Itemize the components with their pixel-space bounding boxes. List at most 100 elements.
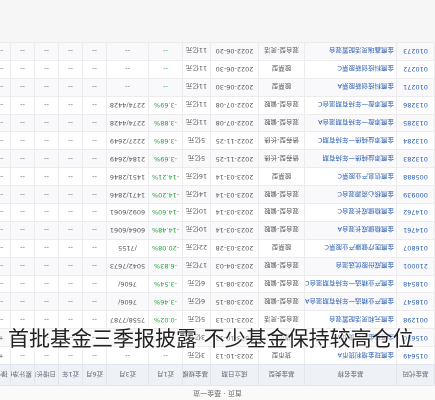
table-row[interactable]: 016807 金鹰医疗健康产业股票C 股票型 2023-03-28 22亿元 -20.08…: [0, 239, 435, 258]
fund-name-cell[interactable]: 金鹰添盈一年持有期混合C: [304, 96, 397, 115]
column-header[interactable]: 近3月: [106, 364, 149, 386]
fund-name-cell[interactable]: 金鹰稳健成长混合A: [304, 221, 397, 240]
table-row[interactable]: 010272 金鹰科技创新股票C 股票型 2022-06-30 11亿元 -- -- -- --…: [0, 60, 435, 79]
action-cell[interactable]: --: [0, 185, 11, 204]
fund-code-cell[interactable]: 210001: [396, 257, 435, 276]
fund-type-cell: 混合型-偏股: [258, 275, 305, 293]
fund-type-cell: 混合型-偏股: [258, 292, 305, 311]
table-row[interactable]: 013286 金鹰添盈一年持有期混合C 混合型-偏股 2022-07-08 11亿元 -3…: [0, 96, 435, 115]
fund-name-cell[interactable]: 金鹰添益纯债一年持有期C: [304, 131, 397, 150]
fund-type-cell: 股票型: [258, 78, 305, 97]
fund-size-cell: 6亿元: [182, 275, 211, 293]
return-1y-cell: --: [34, 257, 59, 276]
fund-code-cell[interactable]: 010272: [396, 60, 435, 79]
fund-name-cell[interactable]: 金鹰科技创新股票C: [304, 60, 397, 79]
action-cell[interactable]: --: [0, 96, 11, 115]
action-cell[interactable]: --: [0, 275, 11, 293]
fund-code-cell[interactable]: 018548: [396, 275, 435, 293]
return-3m-cell: --: [82, 131, 107, 150]
table-row[interactable]: 013284 金鹰添益纯债一年持有期C 债券型-长债 2022-11-25 5亿元 -3.…: [0, 131, 435, 150]
table-row[interactable]: 013285 金鹰添盈一年持有期混合A 混合型-偏股 2022-07-08 11亿元 -3…: [0, 114, 435, 132]
column-header[interactable]: 近1月: [148, 364, 183, 386]
table-row[interactable]: 010271 金鹰科技创新股票A 股票型 2022-06-30 11亿元 -- -- -- --…: [0, 78, 435, 97]
fund-size-cell: 10亿元: [182, 221, 211, 240]
action-cell[interactable]: --: [0, 203, 11, 222]
fund-code-cell[interactable]: 013283: [396, 149, 435, 168]
return-1y-cell: --: [34, 131, 59, 150]
fund-code-cell[interactable]: 016807: [396, 239, 435, 258]
fund-type-cell: 股票型: [258, 60, 305, 79]
fund-type-cell: 债券型-长债: [258, 149, 305, 168]
column-header[interactable]: 基金规模: [182, 364, 211, 386]
column-header[interactable]: 操作: [0, 364, 11, 386]
action-cell[interactable]: --: [0, 60, 11, 79]
nav-cell: --: [10, 167, 35, 186]
table-row[interactable]: 014761 金鹰稳健成长混合A 混合型-偏股 2023-03-14 10亿元 -14.4…: [0, 221, 435, 240]
column-header[interactable]: 近1年: [58, 364, 83, 386]
inception-date-cell: 2022-11-25: [210, 131, 259, 150]
action-cell[interactable]: --: [0, 78, 11, 97]
fund-name-cell[interactable]: 金鹰鑫瑞灵活配置混合: [304, 42, 397, 61]
fund-type-cell: 混合型-偏股: [258, 221, 305, 240]
return-1y-cell: --: [34, 203, 59, 222]
fund-size-cell: 17亿元: [182, 257, 211, 276]
table-row[interactable]: 000939 金鹰核心资源混合C 混合型-偏股 2023-03-14 14亿元 -14.2…: [0, 185, 435, 204]
fund-code-cell[interactable]: 014761: [396, 221, 435, 240]
column-header[interactable]: 成立日期: [210, 364, 259, 386]
table-row[interactable]: 010273 金鹰鑫瑞灵活配置混合 混合型-灵活 2022-06-20 11亿元 -- --…: [0, 42, 435, 61]
fund-type-cell: 股票型: [258, 167, 305, 186]
return-3m-cell: --: [82, 257, 107, 276]
fund-code-cell[interactable]: 010273: [396, 42, 435, 61]
return-6m-cell: --: [58, 239, 83, 258]
return-3m-cell: --: [82, 292, 107, 311]
fund-name-cell[interactable]: 金鹰医疗健康产业股票C: [304, 239, 397, 258]
column-header[interactable]: 基金代码: [396, 364, 435, 386]
fund-code-cell[interactable]: 013286: [396, 96, 435, 115]
table-row[interactable]: 005888 金鹰信息产业股票C 股票型 2023-03-14 16亿元 -14.21% 1…: [0, 167, 435, 186]
fund-name-cell[interactable]: 金鹰产业精选一年持有期混合C: [304, 275, 397, 293]
table-body: 015649 金鹰现金增利货币A 货币型 2023-10-13 3亿元 -- -- -- -- -…: [0, 42, 435, 365]
fund-name-cell[interactable]: 金鹰成份股优选混合: [304, 257, 397, 276]
column-header[interactable]: 近6月: [82, 364, 107, 386]
rank-cell: --: [106, 60, 149, 79]
column-header[interactable]: 基金类型: [258, 364, 305, 386]
return-1y-cell: --: [34, 239, 59, 258]
inception-date-cell: 2023-03-14: [210, 203, 259, 222]
return-3m-cell: --: [82, 78, 107, 97]
column-header[interactable]: 日增长率: [34, 364, 59, 386]
fund-code-cell[interactable]: 005888: [396, 167, 435, 186]
fund-code-cell[interactable]: 000939: [396, 185, 435, 204]
fund-code-cell[interactable]: 014762: [396, 203, 435, 222]
table-row[interactable]: 210001 金鹰成份股优选混合 混合型-偏股 2023-04-03 17亿元 -6.83…: [0, 257, 435, 276]
fund-name-cell[interactable]: 金鹰添盈一年持有期混合A: [304, 114, 397, 132]
inception-date-cell: 2023-03-14: [210, 167, 259, 186]
action-cell[interactable]: --: [0, 239, 11, 258]
fund-name-cell[interactable]: 金鹰产业精选一年持有期混合A: [304, 292, 397, 311]
fund-name-cell[interactable]: 金鹰添益纯债一年持有期: [304, 149, 397, 168]
return-6m-cell: --: [58, 78, 83, 97]
fund-code-cell[interactable]: 013284: [396, 131, 435, 150]
fund-name-cell[interactable]: 金鹰稳健成长混合C: [304, 203, 397, 222]
action-cell[interactable]: --: [0, 167, 11, 186]
table-row[interactable]: 014762 金鹰稳健成长混合C 混合型-偏股 2023-03-14 10亿元 -14.6…: [0, 203, 435, 222]
fund-name-cell[interactable]: 金鹰信息产业股票C: [304, 167, 397, 186]
action-cell[interactable]: --: [0, 114, 11, 132]
fund-code-cell[interactable]: 018547: [396, 292, 435, 311]
nav-cell: --: [10, 60, 35, 79]
table-row[interactable]: 018547 金鹰产业精选一年持有期混合A 混合型-偏股 2023-08-15 6亿元 -…: [0, 292, 435, 311]
table-row[interactable]: 013283 金鹰添益纯债一年持有期 债券型-长债 2022-11-25 5亿元 -3.6…: [0, 149, 435, 168]
fund-code-cell[interactable]: 013285: [396, 114, 435, 132]
action-cell[interactable]: --: [0, 257, 11, 276]
fund-name-cell[interactable]: 金鹰核心资源混合C: [304, 185, 397, 204]
action-cell[interactable]: --: [0, 131, 11, 150]
nav-cell: --: [10, 149, 35, 168]
action-cell[interactable]: --: [0, 149, 11, 168]
table-row[interactable]: 018548 金鹰产业精选一年持有期混合C 混合型-偏股 2023-08-15 6亿元 -…: [0, 275, 435, 293]
action-cell[interactable]: --: [0, 221, 11, 240]
column-header[interactable]: 累计净值: [10, 364, 35, 386]
action-cell[interactable]: --: [0, 292, 11, 311]
column-header[interactable]: 基金名称: [304, 364, 397, 386]
fund-code-cell[interactable]: 010271: [396, 78, 435, 97]
fund-name-cell[interactable]: 金鹰科技创新股票A: [304, 78, 397, 97]
action-cell[interactable]: --: [0, 42, 11, 61]
